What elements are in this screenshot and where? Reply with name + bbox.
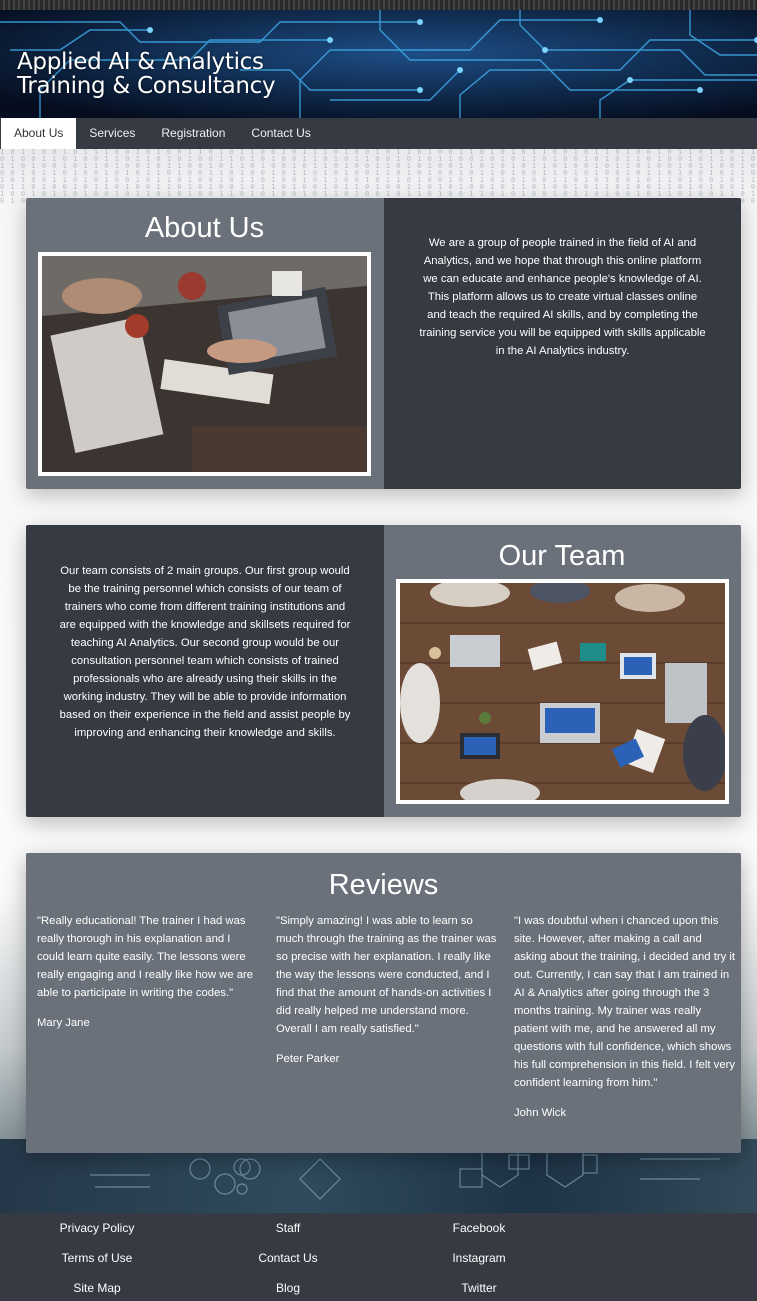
footer-link-facebook[interactable]: Facebook <box>399 1213 559 1243</box>
our-team-description: Our team consists of 2 main groups. Our … <box>59 565 351 739</box>
about-us-heading: About Us <box>144 212 265 244</box>
footer-link-contact-us[interactable]: Contact Us <box>208 1243 368 1273</box>
meeting-table-image <box>42 256 367 472</box>
site-title-line-2: Training & Consultancy <box>17 73 276 99</box>
site-footer: Privacy Policy Terms of Use Site Map Sta… <box>0 1213 757 1301</box>
team-meeting-image <box>399 583 725 800</box>
footer-link-instagram[interactable]: Instagram <box>399 1243 559 1273</box>
footer-column-social: Facebook Instagram Twitter <box>399 1213 559 1301</box>
footer-link-twitter[interactable]: Twitter <box>399 1273 559 1301</box>
review-author-2: Peter Parker <box>276 1053 340 1065</box>
about-us-right-column: We are a group of people trained in the … <box>383 198 741 489</box>
review-author-3: John Wick <box>514 1107 567 1119</box>
our-team-section: Our team consists of 2 main groups. Our … <box>26 525 741 817</box>
footer-link-privacy-policy[interactable]: Privacy Policy <box>17 1213 177 1243</box>
nav-item-services[interactable]: Services <box>76 118 148 149</box>
page-content: 1 0 1 1 0 0 1 0 1 1 1 0 0 1 0 1 0 0 1 1 … <box>0 149 757 1213</box>
our-team-right-column: Our Team <box>383 525 741 817</box>
reviews-section: Reviews "Really educational! The trainer… <box>26 853 741 1153</box>
about-us-left-column: About Us <box>26 198 384 489</box>
review-card-2: "Simply amazing! I was able to learn so … <box>276 912 498 1068</box>
about-us-photo <box>38 252 371 476</box>
header-banner: Applied AI & Analytics Training & Consul… <box>0 10 757 118</box>
review-quote-3: "I was doubtful when i chanced upon this… <box>514 915 736 1089</box>
footer-column-company: Staff Contact Us Blog <box>208 1213 368 1301</box>
review-card-1: "Really educational! The trainer I had w… <box>37 912 259 1032</box>
footer-column-legal: Privacy Policy Terms of Use Site Map <box>17 1213 177 1301</box>
reviews-heading: Reviews <box>328 869 439 901</box>
footer-link-terms-of-use[interactable]: Terms of Use <box>17 1243 177 1273</box>
footer-link-site-map[interactable]: Site Map <box>17 1273 177 1301</box>
our-team-photo <box>395 579 729 804</box>
review-card-3: "I was doubtful when i chanced upon this… <box>514 912 736 1122</box>
site-title: Applied AI & Analytics Training & Consul… <box>17 49 276 99</box>
top-edge-strip <box>0 0 757 10</box>
our-team-heading: Our Team <box>498 540 626 572</box>
review-author-1: Mary Jane <box>37 1017 90 1029</box>
review-quote-1: "Really educational! The trainer I had w… <box>37 915 254 999</box>
our-team-left-column: Our team consists of 2 main groups. Our … <box>26 525 384 817</box>
nav-item-contact-us[interactable]: Contact Us <box>238 118 323 149</box>
footer-link-staff[interactable]: Staff <box>208 1213 368 1243</box>
about-us-description: We are a group of people trained in the … <box>419 237 706 357</box>
review-quote-2: "Simply amazing! I was able to learn so … <box>276 915 497 1035</box>
main-navigation: About Us Services Registration Contact U… <box>0 118 757 149</box>
footer-link-blog[interactable]: Blog <box>208 1273 368 1301</box>
nav-item-registration[interactable]: Registration <box>148 118 238 149</box>
about-us-section: About Us We are a group of people traine… <box>26 198 741 489</box>
site-title-line-1: Applied AI & Analytics <box>17 49 264 75</box>
nav-item-about-us[interactable]: About Us <box>1 118 77 149</box>
